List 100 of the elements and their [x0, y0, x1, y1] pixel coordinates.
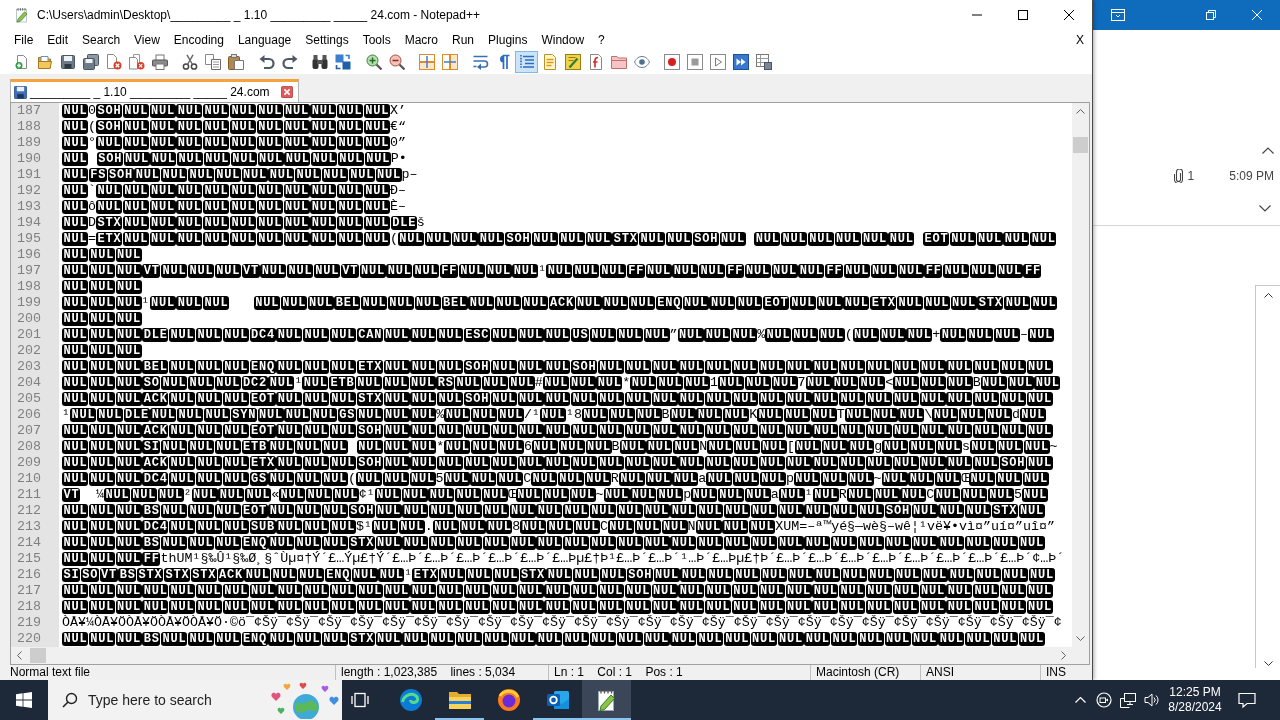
- control-codes: SI SO VT BS STX STX STX ACK NUL NUL NUL ENQ NUL NUL: [62, 567, 405, 582]
- chevron-up-icon[interactable]: [1263, 293, 1273, 298]
- line-number: 201: [16, 327, 41, 343]
- menu-item[interactable]: Settings: [298, 30, 356, 50]
- search-icon: [62, 692, 78, 708]
- control-codes: NUL NUL NUL: [607, 519, 688, 534]
- control-codes: NUL NUL NUL: [805, 375, 886, 390]
- line-number: 209: [16, 455, 41, 471]
- byte-text: p–: [401, 167, 418, 182]
- control-codes: NUL NUL NUL: [669, 407, 750, 422]
- control-codes: NUL NUL NUL BEL NUL NUL NUL ENQ NUL NUL NUL ETX NUL NUL NUL SOH NUL NUL NUL SOH NUL NUL NUL NUL NUL NUL NUL NUL NUL NUL NUL NUL NUL NUL NUL NUL NUL: [62, 359, 1053, 374]
- byte-text: K: [749, 407, 758, 422]
- control-codes: NUL NUL NUL NUL NUL NUL NUL NUL NUL NUL NUL: [96, 135, 390, 150]
- menu-item[interactable]: View: [127, 30, 167, 50]
- byte-text: .: [424, 519, 433, 534]
- menu-item[interactable]: ?: [591, 30, 612, 50]
- control-codes: NUL: [1021, 487, 1048, 502]
- scrollbar-thumb[interactable]: [1073, 137, 1088, 153]
- control-codes: NUL NUL NUL: [695, 519, 776, 534]
- menu-item[interactable]: Window: [534, 30, 592, 50]
- chevron-right-icon[interactable]: [1061, 651, 1066, 660]
- byte-text: XUM=–ª™yé§—wè§–wê¦¹vë¥•vì¤”uí¤”uî¤”: [775, 519, 1056, 534]
- control-codes: NUL NUL NUL BS NUL NUL NUL EOT NUL NUL NUL SOH NUL NUL NUL NUL NUL NUL NUL NUL NUL NUL NUL NUL NUL NUL NUL NUL NUL NUL NUL SOH NUL NUL NUL STX NUL: [62, 503, 1045, 518]
- play-icon: [710, 54, 726, 70]
- monitor-icon[interactable]: [1120, 692, 1136, 708]
- byte-text: –: [1019, 327, 1028, 342]
- control-codes: STX NUL NUL NUL NUL NUL NUL NUL NUL NUL NUL DLE: [96, 215, 417, 230]
- control-codes: NUL NUL NUL SI NUL NUL NUL ETB NUL NUL NUL NUL NUL NUL: [62, 439, 437, 454]
- speaker-icon[interactable]: [1144, 692, 1160, 708]
- taskbar-button[interactable]: [582, 680, 631, 720]
- close-document-button[interactable]: X: [1073, 30, 1087, 50]
- byte-text: #: [534, 375, 543, 390]
- menu-item[interactable]: File: [7, 30, 41, 50]
- restore-icon[interactable]: [1206, 10, 1216, 20]
- chevron-up-icon[interactable]: [1262, 146, 1274, 154]
- byte-text: ¹8: [565, 407, 582, 422]
- search-box[interactable]: Type here to search: [48, 680, 342, 720]
- byte-text: N: [687, 519, 696, 534]
- menu-item[interactable]: Search: [75, 30, 128, 50]
- file-tab[interactable]: _________ _ 1.10 _________ _____ 24.com: [10, 79, 299, 102]
- speech-bubble-icon[interactable]: [1238, 692, 1256, 708]
- paperclip-icon: [1173, 169, 1183, 183]
- control-codes: NUL NUL NUL: [691, 487, 771, 502]
- byte-text: 8: [512, 519, 521, 534]
- menu-item[interactable]: Plugins: [481, 30, 535, 50]
- control-codes: NUL NUL NUL: [520, 519, 600, 534]
- control-codes: NUL NUL NUL ACK NUL NUL NUL EOT NUL NUL NUL SOH NUL NUL NUL NUL NUL NUL NUL NUL NUL NUL NUL NUL NUL NUL NUL NUL NUL NUL NUL NUL NUL NUL NUL NUL NUL: [62, 423, 1053, 438]
- control-codes: NUL: [62, 231, 88, 246]
- close-icon: [1064, 10, 1074, 20]
- line-number: 202: [16, 343, 41, 359]
- control-codes: NUL NUL NUL VT NUL NUL NUL VT NUL NUL NUL VT NUL NUL NUL FF NUL NUL NUL: [62, 263, 539, 278]
- documents-close-icon: [128, 54, 145, 70]
- fast-forward-icon: [733, 54, 749, 70]
- menu-item[interactable]: Edit: [40, 30, 76, 50]
- control-codes: NUL NUL NUL: [934, 487, 1014, 502]
- replace-icon: [335, 54, 351, 70]
- menu-item[interactable]: Tools: [355, 30, 398, 50]
- grid-save-icon: [756, 54, 772, 70]
- notepad-pen-icon: [14, 7, 30, 23]
- control-codes: NUL NUL NUL BS NUL NUL NUL ENQ NUL NUL NUL STX NUL NUL NUL NUL NUL NUL NUL NUL NUL NUL NUL NUL NUL NUL NUL NUL NUL NUL NUL NUL NUL NUL NUL NUL NUL: [62, 631, 1045, 646]
- byte-text: ¢¹: [358, 487, 375, 502]
- chevron-left-icon[interactable]: [17, 651, 22, 660]
- line-number: 214: [16, 535, 41, 551]
- menu-item[interactable]: Run: [445, 30, 482, 50]
- control-codes: NUL NUL NUL: [846, 487, 927, 502]
- control-codes: NUL NUL NUL NUL NUL NUL NUL NUL NUL NUL NUL NUL NUL NUL NUL NUL NUL NUL NUL NUL NUL NUL NUL NUL NUL NUL NUL NUL NUL NUL NUL NUL NUL NUL NUL NUL NUL: [62, 599, 1053, 614]
- menu-item[interactable]: Macro: [397, 30, 445, 50]
- byte-text: ”: [669, 327, 678, 342]
- chevron-down-icon[interactable]: [1259, 204, 1271, 212]
- search-field[interactable]: Type here to search: [88, 689, 254, 711]
- control-codes: NUL NUL NUL: [191, 487, 272, 502]
- control-codes: NUL NUL NUL: [765, 327, 845, 342]
- scrollbar-thumb[interactable]: [30, 648, 46, 663]
- line-number: 192: [16, 183, 41, 199]
- byte-text: <: [885, 375, 894, 390]
- line-number: 219: [16, 615, 41, 631]
- control-codes: NUL NUL NUL: [793, 471, 874, 486]
- indent-guide-button[interactable]: [515, 51, 538, 73]
- chevron-down-icon[interactable]: [1076, 636, 1085, 641]
- line-number: 203: [16, 359, 41, 375]
- control-codes: NUL NUL NUL: [62, 311, 142, 326]
- control-codes: NUL NUL NUL: [932, 407, 1012, 422]
- control-codes: NUL NUL NUL DC4 NUL NUL NUL GS NUL NUL NUL: [62, 471, 348, 486]
- control-codes: NUL NUL NUL: [619, 439, 700, 454]
- byte-text: ¹: [141, 295, 150, 310]
- clock[interactable]: 12:25 PM 8/28/2024: [1164, 685, 1226, 715]
- line-number: 188: [16, 119, 41, 135]
- video-call-icon[interactable]: [1096, 692, 1112, 708]
- line-number: 217: [16, 583, 41, 599]
- chevron-down-icon[interactable]: [1263, 661, 1273, 666]
- control-codes: NUL NUL NUL NUL NUL NUL NUL NUL NUL NUL NUL: [96, 199, 390, 214]
- menu-item[interactable]: Language: [230, 30, 299, 50]
- byte-text: ¹: [404, 567, 413, 582]
- menu-item[interactable]: Encoding: [166, 30, 231, 50]
- control-codes: NUL NUL NUL: [444, 439, 524, 454]
- control-codes: NUL NUL NUL: [62, 343, 142, 358]
- byte-text: 0”: [389, 135, 406, 150]
- close-icon[interactable]: [280, 86, 293, 98]
- maximize-icon: [1018, 10, 1028, 20]
- control-codes: NUL: [62, 215, 88, 230]
